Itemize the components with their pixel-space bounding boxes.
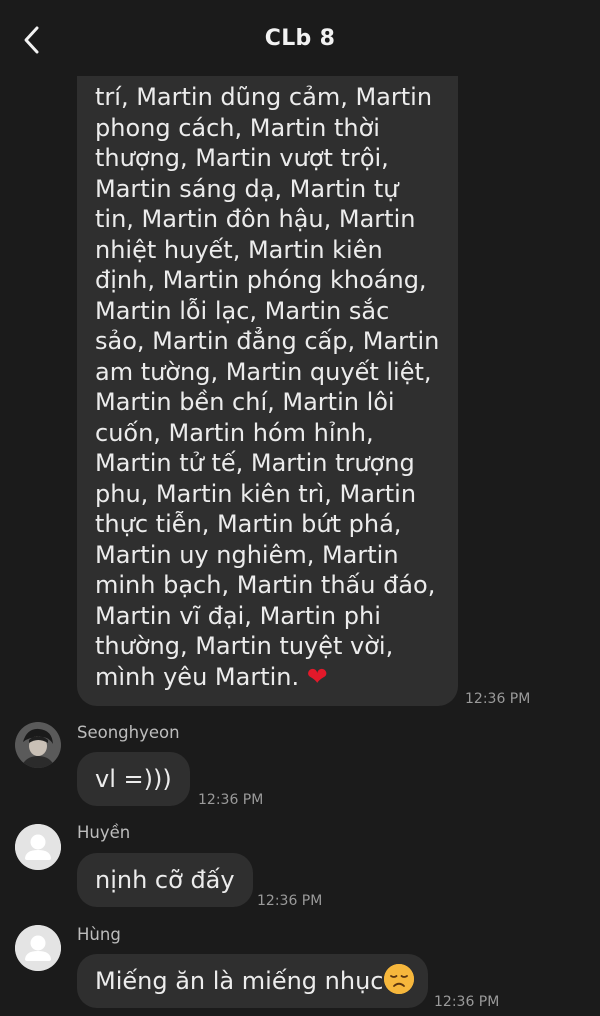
avatar-seonghyeon[interactable] (15, 722, 61, 768)
message-bubble[interactable]: Miếng ăn là miếng nhục (77, 954, 429, 1008)
heart-emoji-icon: ❤ (306, 661, 328, 691)
sender-name: Huyền (77, 823, 131, 842)
user-photo-icon (15, 722, 61, 768)
avatar-huyen[interactable] (15, 824, 61, 870)
message-text-long: trí, Martin dũng cảm, Martin phong cách,… (95, 83, 440, 691)
sender-name: Hùng (77, 925, 121, 944)
header-bar: CLb 8 (0, 0, 600, 76)
chat-title: CLb 8 (264, 26, 336, 51)
message-text: nịnh cỡ đấy (95, 866, 235, 894)
message-bubble[interactable]: nịnh cỡ đấy (77, 853, 253, 907)
message-bubble[interactable]: vl =))) (77, 752, 190, 806)
message-time-long: 12:36 PM (465, 691, 531, 707)
chat-screen: trí, Martin dũng cảm, Martin phong cách,… (0, 0, 600, 1016)
message-text: Miếng ăn là miếng nhục (95, 967, 384, 995)
message-time: 12:36 PM (198, 792, 264, 808)
message-time: 12:36 PM (257, 893, 323, 909)
message-text: vl =))) (95, 765, 172, 793)
message-bubble-long[interactable]: trí, Martin dũng cảm, Martin phong cách,… (77, 30, 458, 706)
default-user-icon (15, 824, 61, 870)
disappointed-face-icon (384, 964, 415, 994)
sender-name: Seonghyeon (77, 723, 180, 742)
avatar-hung[interactable] (15, 925, 61, 971)
default-user-icon (15, 925, 61, 971)
message-time: 12:36 PM (434, 994, 500, 1010)
